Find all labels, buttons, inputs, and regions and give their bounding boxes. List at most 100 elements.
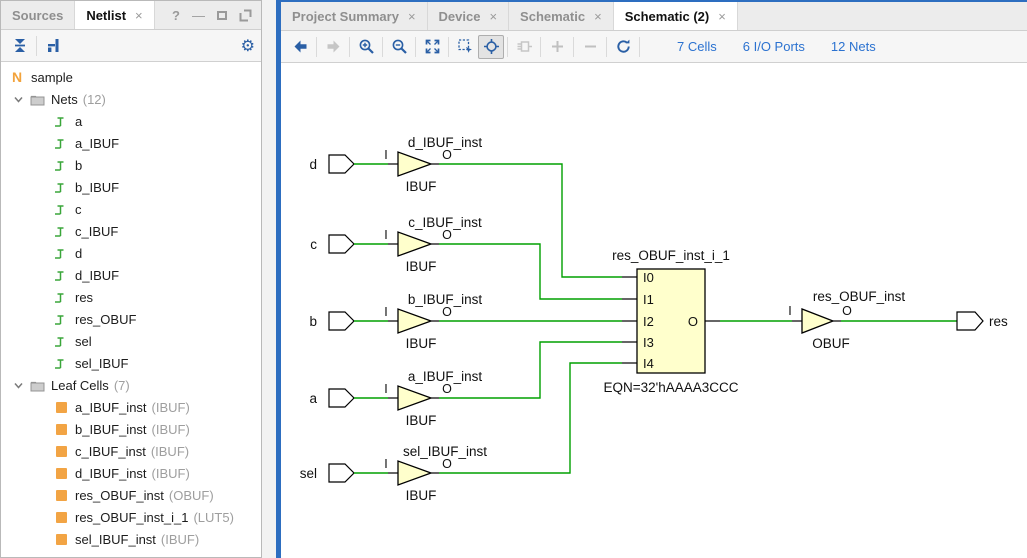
tree-item-cell-res_OBUF_inst_i_1[interactable]: res_OBUF_inst_i_1(LUT5) [1,506,261,528]
settings-gear-icon[interactable]: ⚙ [241,36,255,56]
tree-item-cell-b_IBUF_inst[interactable]: b_IBUF_inst(IBUF) [1,418,261,440]
tree-item-net-d[interactable]: d [1,242,261,264]
net-icon [53,179,69,195]
tree-item-net-b[interactable]: b [1,154,261,176]
svg-text:IBUF: IBUF [406,336,437,351]
svg-text:I: I [384,382,387,396]
tree-group-nets[interactable]: Nets (12) [1,88,261,110]
input-port-d[interactable]: d [309,155,354,173]
net-icon [53,355,69,371]
tab-project-summary[interactable]: Project Summary× [281,2,428,30]
lut5-gate[interactable]: I0 I1 I2 I3 I4 O res_OBUF_inst_i_1 EQN=3… [603,248,738,395]
tree-item-sample[interactable]: N sample [1,66,261,88]
svg-text:I4: I4 [643,356,654,371]
chevron-down-icon[interactable] [13,380,29,391]
panel-window-controls: ? — [172,1,261,29]
stat-nets-link[interactable]: 12 Nets [831,39,876,54]
svg-text:IBUF: IBUF [406,413,437,428]
collapse-all-button[interactable] [7,34,33,58]
stat-io-ports-link[interactable]: 6 I/O Ports [743,39,805,54]
svg-text:a_IBUF_inst: a_IBUF_inst [408,369,483,384]
tree-item-net-a_IBUF[interactable]: a_IBUF [1,132,261,154]
panel-divider[interactable] [262,0,276,558]
add-button[interactable] [544,35,570,59]
maximize-icon[interactable] [217,11,227,20]
tree-item-cell-d_IBUF_inst[interactable]: d_IBUF_inst(IBUF) [1,462,261,484]
remove-icon [582,38,599,55]
tab-close-icon[interactable]: × [718,9,726,24]
tree-item-cell-res_OBUF_inst[interactable]: res_OBUF_inst(OBUF) [1,484,261,506]
svg-text:b_IBUF_inst: b_IBUF_inst [408,292,483,307]
net-icon [53,267,69,283]
zoom-out-icon [391,38,408,55]
tab-netlist[interactable]: Netlist × [75,1,154,29]
float-icon[interactable] [239,9,252,22]
remove-button[interactable] [577,35,603,59]
svg-text:I: I [788,304,791,318]
svg-text:I: I [384,228,387,242]
svg-text:d: d [309,157,317,172]
stat-cells-link[interactable]: 7 Cells [677,39,717,54]
tree-item-net-d_IBUF[interactable]: d_IBUF [1,264,261,286]
svg-text:IBUF: IBUF [406,259,437,274]
schematic-canvas[interactable]: d I O d_IBUF_inst IBUF [281,63,1027,558]
tab-close-icon[interactable]: × [594,9,602,24]
tree-group-leaf-cells[interactable]: Leaf Cells (7) [1,374,261,396]
zoom-fit-button[interactable] [419,35,445,59]
input-port-c[interactable]: c [310,235,354,253]
expand-hierarchy-button[interactable] [40,34,66,58]
tree-item-net-res[interactable]: res [1,286,261,308]
tab-close-icon[interactable]: × [408,9,416,24]
tree-item-net-c[interactable]: c [1,198,261,220]
svg-text:res_OBUF_inst: res_OBUF_inst [813,289,906,304]
tree-item-net-sel[interactable]: sel [1,330,261,352]
zoom-in-button[interactable] [353,35,379,59]
svg-text:I: I [384,148,387,162]
input-port-b[interactable]: b [309,312,354,330]
tab-device[interactable]: Device× [428,2,510,30]
tree-item-cell-a_IBUF_inst[interactable]: a_IBUF_inst(IBUF) [1,396,261,418]
tree-item-net-res_OBUF[interactable]: res_OBUF [1,308,261,330]
expand-hierarchy-icon [45,37,62,54]
net-icon [53,245,69,261]
svg-text:O: O [442,148,452,162]
main-tabbar: Project Summary× Device× Schematic× Sche… [281,2,1027,31]
tab-close-icon[interactable]: × [135,8,143,23]
tree-item-net-b_IBUF[interactable]: b_IBUF [1,176,261,198]
autofit-selection-button[interactable] [478,35,504,59]
tree-item-cell-sel_IBUF_inst[interactable]: sel_IBUF_inst(IBUF) [1,528,261,550]
tree-item-net-a[interactable]: a [1,110,261,132]
forward-button[interactable] [320,35,346,59]
output-port-res[interactable]: res [957,312,1008,330]
tree-item-net-sel_IBUF[interactable]: sel_IBUF [1,352,261,374]
expand-cone-button[interactable] [511,35,537,59]
svg-text:sel_IBUF_inst: sel_IBUF_inst [403,444,487,459]
regenerate-button[interactable] [610,35,636,59]
input-port-a[interactable]: a [309,389,354,407]
help-icon[interactable]: ? [172,9,180,22]
net-c_IBUF[interactable] [439,244,622,299]
svg-text:res: res [989,314,1008,329]
back-button[interactable] [287,35,313,59]
zoom-selection-button[interactable] [452,35,478,59]
tab-sources[interactable]: Sources [1,1,75,29]
minimize-icon[interactable]: — [192,9,205,22]
svg-text:b: b [309,314,317,329]
tab-schematic-2[interactable]: Schematic (2)× [614,2,738,30]
zoom-out-button[interactable] [386,35,412,59]
tree-item-net-c_IBUF[interactable]: c_IBUF [1,220,261,242]
folder-icon [29,91,45,107]
cell-icon [53,421,69,437]
svg-text:IBUF: IBUF [406,488,437,503]
tree-item-cell-c_IBUF_inst[interactable]: c_IBUF_inst(IBUF) [1,440,261,462]
svg-text:EQN=32'hAAAA3CCC: EQN=32'hAAAA3CCC [603,380,738,395]
net-icon [53,223,69,239]
net-icon [53,201,69,217]
chevron-down-icon[interactable] [13,94,29,105]
svg-text:c_IBUF_inst: c_IBUF_inst [408,215,482,230]
obuf-gate-res[interactable]: I O res_OBUF_inst OBUF [788,289,905,351]
tab-schematic[interactable]: Schematic× [509,2,614,30]
tab-close-icon[interactable]: × [489,9,497,24]
net-icon [53,135,69,151]
input-port-sel[interactable]: sel [300,464,354,482]
